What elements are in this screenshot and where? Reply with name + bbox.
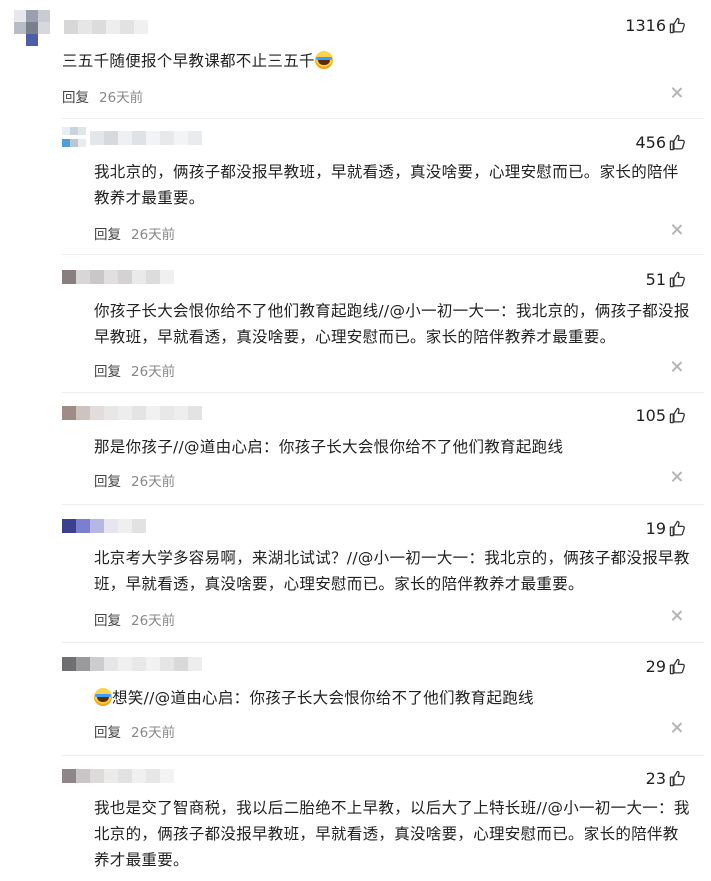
- thumbs-up-icon: [669, 17, 685, 34]
- username[interactable]: [62, 769, 174, 783]
- reply-button[interactable]: 回复: [94, 721, 121, 741]
- avatar[interactable]: [62, 127, 86, 151]
- comment-text: 我北京的，俩孩子都没报早教班，早就看透，真没啥要，心理安慰而已。家长的陪伴教养才…: [94, 163, 679, 207]
- comment-text: 我也是交了智商税，我以后二胎绝不上早教，以后大了上特长班//@小一初一大一：我北…: [94, 799, 690, 869]
- timestamp: 26天前: [131, 613, 176, 629]
- like-button[interactable]: 456: [635, 133, 686, 152]
- divider: [62, 755, 704, 756]
- comment-item: 29 想笑//@道由心启：你孩子长大会恨你给不了他们教育起跑线 回复 26天前: [62, 651, 704, 741]
- divider: [62, 392, 704, 393]
- avatar[interactable]: [14, 10, 50, 46]
- comment-text: 那是你孩子//@道由心启：你孩子长大会恨你给不了他们教育起跑线: [94, 438, 564, 456]
- comment-text: 北京考大学多容易啊，来湖北试试？//@小一初一大一：我北京的，俩孩子都没报早教班…: [94, 549, 690, 593]
- crying-laugh-emoji-icon: [314, 51, 333, 69]
- like-count: 105: [635, 406, 666, 425]
- comment-item: 23 我也是交了智商税，我以后二胎绝不上早教，以后大了上特长班//@小一初一大一…: [62, 763, 704, 873]
- like-count: 1316: [625, 16, 666, 35]
- like-count: 456: [635, 133, 666, 152]
- close-icon[interactable]: [670, 360, 684, 374]
- comment-item: 456 我北京的，俩孩子都没报早教班，早就看透，真没啥要，心理安慰而已。家长的陪…: [62, 127, 704, 243]
- like-count: 51: [645, 270, 666, 289]
- like-button[interactable]: 29: [646, 657, 686, 676]
- thumbs-up-icon: [669, 658, 685, 675]
- thumbs-up-icon: [669, 271, 685, 288]
- thumbs-up-icon: [669, 134, 685, 151]
- reply-button[interactable]: 回复: [94, 360, 121, 380]
- username[interactable]: [62, 657, 202, 671]
- close-icon[interactable]: [670, 470, 684, 484]
- comment-item: 51 你孩子长大会恨你给不了他们教育起跑线//@小一初一大一：我北京的，俩孩子都…: [62, 264, 704, 380]
- thumbs-up-icon: [669, 520, 685, 537]
- like-count: 29: [645, 657, 666, 676]
- divider: [62, 254, 704, 255]
- comment-item: 1316 三五千随便报个早教课都不止三五千 回复 26天前: [14, 10, 704, 106]
- like-count: 19: [645, 519, 666, 538]
- username[interactable]: [62, 519, 146, 533]
- timestamp: 26天前: [131, 474, 176, 490]
- reply-button[interactable]: 回复: [94, 223, 121, 243]
- timestamp: 26天前: [131, 725, 176, 741]
- comment-text: 你孩子长大会恨你给不了他们教育起跑线//@小一初一大一：我北京的，俩孩子都没报早…: [94, 302, 690, 346]
- username[interactable]: [64, 20, 148, 34]
- comment-item: 19 北京考大学多容易啊，来湖北试试？//@小一初一大一：我北京的，俩孩子都没报…: [62, 513, 704, 629]
- like-count: 23: [645, 769, 666, 788]
- comment-item: 105 那是你孩子//@道由心启：你孩子长大会恨你给不了他们教育起跑线 回复 2…: [62, 400, 704, 490]
- reply-button[interactable]: 回复: [62, 86, 89, 106]
- divider: [62, 642, 704, 643]
- like-button[interactable]: 1316: [625, 16, 686, 35]
- close-icon[interactable]: [670, 86, 684, 100]
- timestamp: 26天前: [131, 364, 176, 380]
- thumbs-up-icon: [669, 407, 685, 424]
- username[interactable]: [90, 131, 202, 145]
- crying-laugh-emoji-icon: [94, 688, 112, 706]
- close-icon[interactable]: [670, 609, 684, 623]
- reply-button[interactable]: 回复: [94, 470, 121, 490]
- close-icon[interactable]: [670, 223, 684, 237]
- close-icon[interactable]: [670, 721, 684, 735]
- reply-button[interactable]: 回复: [94, 609, 121, 629]
- thumbs-up-icon: [669, 770, 685, 787]
- divider: [62, 118, 704, 119]
- comment-text: 三五千随便报个早教课都不止三五千: [62, 52, 315, 70]
- username[interactable]: [62, 406, 202, 420]
- like-button[interactable]: 51: [646, 270, 686, 289]
- like-button[interactable]: 19: [646, 519, 686, 538]
- timestamp: 26天前: [99, 90, 144, 106]
- timestamp: 26天前: [131, 227, 176, 243]
- username[interactable]: [62, 270, 174, 284]
- like-button[interactable]: 105: [635, 406, 686, 425]
- comment-text: 想笑//@道由心启：你孩子长大会恨你给不了他们教育起跑线: [112, 689, 534, 707]
- divider: [62, 504, 704, 505]
- like-button[interactable]: 23: [646, 769, 686, 788]
